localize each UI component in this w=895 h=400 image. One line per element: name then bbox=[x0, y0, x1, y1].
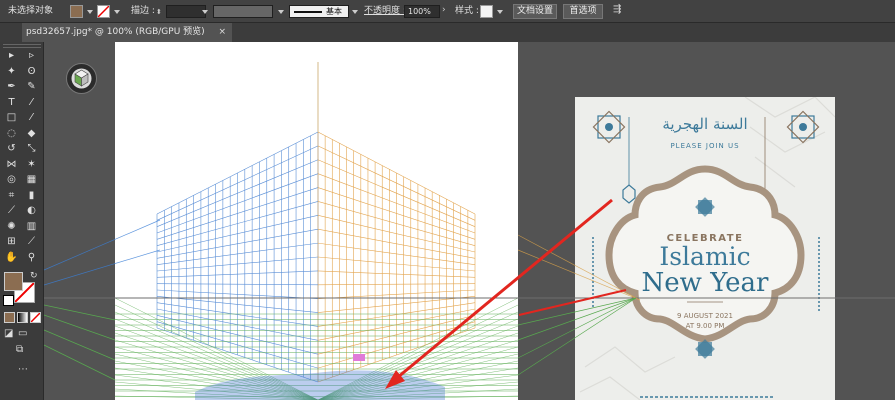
zoom-tool-icon[interactable]: ⚲ bbox=[25, 252, 38, 264]
close-icon[interactable]: × bbox=[218, 23, 226, 42]
color-mode-icon[interactable] bbox=[4, 312, 15, 323]
rotate-tool-icon[interactable]: ↺ bbox=[5, 143, 18, 155]
brush-chevron-icon[interactable] bbox=[352, 10, 358, 14]
graphic-style-chevron-icon[interactable] bbox=[497, 10, 503, 14]
edit-toolbar-icon[interactable]: ⋯ bbox=[18, 364, 28, 375]
selection-tool-icon[interactable]: ▸ bbox=[5, 50, 18, 62]
grid-widget-marker bbox=[353, 354, 365, 361]
shaper-tool-icon[interactable]: ◌ bbox=[5, 128, 18, 140]
default-colors-icon[interactable] bbox=[3, 295, 14, 306]
gradient-mode-icon[interactable] bbox=[17, 312, 28, 323]
stroke-weight-field[interactable] bbox=[166, 5, 206, 18]
document-setup-button[interactable]: 文档设置 bbox=[513, 4, 557, 19]
document-tab-title: psd32657.jpg* @ 100% (RGB/GPU 预览) bbox=[26, 27, 205, 37]
stroke-weight-stepper-icon[interactable]: ⬍ bbox=[156, 8, 162, 16]
document-tab-bar: psd32657.jpg* @ 100% (RGB/GPU 预览) × bbox=[0, 23, 895, 42]
toolbox-grip[interactable] bbox=[3, 44, 41, 48]
perspective-grid-tool-icon[interactable]: ▦ bbox=[25, 174, 38, 186]
column-graph-tool-icon[interactable]: ▥ bbox=[25, 221, 38, 233]
frame-top-star-icon bbox=[695, 197, 715, 217]
paintbrush-tool-icon[interactable]: ⁄ bbox=[25, 112, 38, 124]
stroke-label: 描边 : bbox=[131, 6, 155, 16]
perspective-grid[interactable] bbox=[115, 42, 518, 400]
opacity-expand-icon[interactable]: › bbox=[442, 5, 446, 15]
flyer-date: 9 AUGUST 2021 bbox=[677, 312, 733, 320]
selection-status: 未选择对象 bbox=[8, 6, 54, 16]
swap-fill-stroke-icon[interactable]: ↻ bbox=[30, 271, 38, 281]
screen-mode-icon[interactable]: ▭ bbox=[18, 328, 27, 339]
opacity-field[interactable]: 100% bbox=[404, 5, 440, 18]
flyer-please-join: PLEASE JOIN US bbox=[670, 142, 740, 150]
flyer-islamic: Islamic bbox=[659, 242, 751, 271]
flyer-time: AT 9.00 PM bbox=[685, 322, 725, 330]
stroke-weight-chevron-icon[interactable] bbox=[202, 10, 208, 14]
curvature-tool-icon[interactable]: ✎ bbox=[25, 81, 38, 93]
preferences-button[interactable]: 首选项 bbox=[563, 4, 603, 19]
gradient-tool-icon[interactable]: ▮ bbox=[25, 190, 38, 202]
flyer-arabic-title: السنة الهجرية bbox=[662, 115, 748, 133]
lasso-tool-icon[interactable]: ʘ bbox=[25, 66, 38, 78]
control-bar: 未选择对象 描边 : ⬍ 基本 不透明度 : 100% › 样式 : 文档设置 … bbox=[0, 0, 895, 23]
brush-definition-field[interactable]: 基本 bbox=[289, 5, 349, 18]
stroke-dropdown-chevron-icon[interactable] bbox=[114, 10, 120, 14]
pen-tool-icon[interactable]: ✒ bbox=[5, 81, 18, 93]
lantern-left-icon bbox=[622, 184, 636, 204]
slice-tool-icon[interactable]: ⟋ bbox=[25, 236, 38, 248]
type-tool-icon[interactable]: T bbox=[5, 97, 18, 109]
fill-dropdown-chevron-icon[interactable] bbox=[87, 10, 93, 14]
graphic-style-swatch[interactable] bbox=[480, 5, 493, 18]
perspective-plane-widget[interactable] bbox=[66, 63, 97, 94]
blend-tool-icon[interactable]: ◐ bbox=[25, 205, 38, 217]
artboard-tool-icon[interactable]: ⊞ bbox=[5, 236, 18, 248]
fill-indicator[interactable] bbox=[4, 272, 23, 291]
change-screen-mode-icon[interactable]: ⧉ bbox=[16, 344, 23, 355]
eyedropper-tool-icon[interactable]: ⟋ bbox=[5, 205, 18, 217]
magic-wand-tool-icon[interactable]: ✦ bbox=[5, 66, 18, 78]
toolbox: ▸ ▹ ✦ ʘ ✒ ✎ T ⁄ □ ⁄ ◌ ◆ ↺ ⤡ ⋈ ✶ ◎ ▦ ⌗ ▮ ⟋ ◐ ✺ ▥ ⊞ ⟋ ✋ ⚲ ↻ ◪ ▭ ⧉ ⋯ bbox=[0, 42, 44, 400]
stroke-color-swatch[interactable] bbox=[97, 5, 110, 18]
frame-bottom-star-icon bbox=[695, 339, 715, 359]
flyer-image[interactable]: السنة الهجرية PLEASE JOIN US CELEBRATE I… bbox=[575, 97, 835, 400]
hand-tool-icon[interactable]: ✋ bbox=[5, 252, 18, 264]
direct-selection-tool-icon[interactable]: ▹ bbox=[25, 50, 38, 62]
scale-tool-icon[interactable]: ⤡ bbox=[25, 143, 38, 155]
drawing-modes-icon[interactable]: ◪ bbox=[4, 328, 13, 339]
style-label: 样式 : bbox=[455, 6, 479, 16]
rectangle-tool-icon[interactable]: □ bbox=[5, 112, 18, 124]
flyer-new-year: New Year bbox=[641, 268, 769, 298]
opacity-label: 不透明度 : bbox=[364, 6, 406, 16]
width-tool-icon[interactable]: ⋈ bbox=[5, 159, 18, 171]
profile-chevron-icon[interactable] bbox=[278, 10, 284, 14]
eraser-tool-icon[interactable]: ◆ bbox=[25, 128, 38, 140]
symbol-sprayer-tool-icon[interactable]: ✺ bbox=[5, 221, 18, 233]
puppet-warp-tool-icon[interactable]: ✶ bbox=[25, 159, 38, 171]
variable-width-profile[interactable] bbox=[213, 5, 273, 18]
brush-stroke-preview bbox=[294, 11, 322, 13]
line-tool-icon[interactable]: ⁄ bbox=[25, 97, 38, 109]
shape-builder-tool-icon[interactable]: ◎ bbox=[5, 174, 18, 186]
document-tab[interactable]: psd32657.jpg* @ 100% (RGB/GPU 预览) × bbox=[22, 23, 232, 42]
brush-style-label: 基本 bbox=[326, 7, 342, 16]
none-mode-icon[interactable] bbox=[30, 312, 41, 323]
artboard[interactable] bbox=[115, 42, 518, 400]
mesh-tool-icon[interactable]: ⌗ bbox=[5, 190, 18, 202]
arrange-documents-icon[interactable]: ⇶ bbox=[613, 4, 621, 15]
fill-color-swatch[interactable] bbox=[70, 5, 83, 18]
